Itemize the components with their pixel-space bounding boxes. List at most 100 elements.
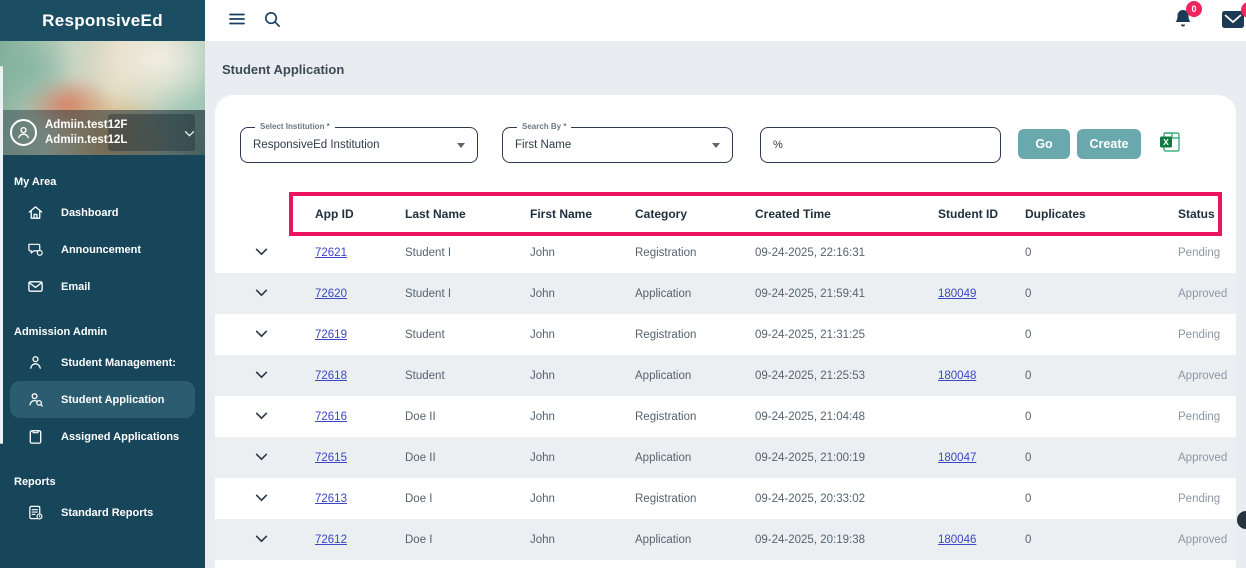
avatar (10, 119, 37, 146)
sidebar-item-dashboard[interactable]: Dashboard (10, 194, 195, 231)
row-expand-button[interactable] (215, 493, 295, 505)
sidebar-item-label: Assigned Applications (61, 431, 179, 443)
app-id-link[interactable]: 72616 (315, 411, 347, 423)
duplicates-cell: 0 (1005, 247, 1158, 259)
table-body: 72621 Student I John Registration 09-24-… (215, 232, 1236, 560)
status-cell: Approved (1158, 288, 1236, 300)
search-by-select[interactable]: Search By * First Name (502, 127, 733, 163)
first-name-cell: John (510, 411, 615, 423)
chevron-down-icon (255, 371, 268, 379)
sidebar-item-email[interactable]: Email (10, 268, 195, 305)
sidebar-nav: My Area Dashboard Announcement Email Adm… (0, 176, 205, 531)
sidebar-item-label: Standard Reports (61, 507, 153, 519)
chat-icon (27, 241, 44, 258)
notifications-button[interactable]: 0 (1173, 8, 1193, 35)
sidebar-item-student-application[interactable]: Student Application (10, 381, 195, 418)
created-time-cell: 09-24-2025, 21:59:41 (735, 288, 918, 300)
status-cell: Approved (1158, 370, 1236, 382)
row-expand-button[interactable] (215, 534, 295, 546)
duplicates-cell: 0 (1005, 370, 1158, 382)
sidebar-item-label: Announcement (61, 244, 141, 256)
duplicates-cell: 0 (1005, 493, 1158, 505)
col-header-duplicates: Duplicates (1005, 207, 1158, 221)
first-name-cell: John (510, 247, 615, 259)
mail-icon (27, 278, 44, 295)
chevron-down-icon (255, 289, 268, 297)
row-expand-button[interactable] (215, 329, 295, 341)
app-id-link[interactable]: 72612 (315, 534, 347, 546)
row-expand-button[interactable] (215, 452, 295, 464)
clipboard-icon (27, 428, 44, 445)
app-id-link[interactable]: 72621 (315, 247, 347, 259)
svg-text:X: X (1163, 137, 1169, 147)
last-name-cell: Student I (385, 288, 510, 300)
col-header-first-name: First Name (510, 207, 615, 221)
excel-export-icon[interactable]: X (1159, 131, 1181, 153)
institution-select-label: Select Institution * (255, 122, 335, 131)
search-query-field (760, 127, 1001, 163)
app-id-link[interactable]: 72619 (315, 329, 347, 341)
app-id-link[interactable]: 72618 (315, 370, 347, 382)
messages-button[interactable]: 3 (1221, 10, 1245, 34)
dropdown-arrow-icon (712, 143, 720, 148)
student-id-link[interactable]: 180048 (938, 370, 976, 382)
search-by-select-label: Search By * (517, 122, 571, 131)
page-title: Student Application (222, 62, 344, 77)
section-label-my-area: My Area (14, 176, 191, 188)
last-name-cell: Doe I (385, 534, 510, 546)
student-id-link[interactable]: 180047 (938, 452, 976, 464)
row-expand-button[interactable] (215, 288, 295, 300)
sidebar-item-assigned-applications[interactable]: Assigned Applications (10, 418, 195, 455)
row-expand-button[interactable] (215, 247, 295, 259)
table-row: 72619 Student John Registration 09-24-20… (215, 314, 1236, 355)
created-time-cell: 09-24-2025, 21:31:25 (735, 329, 918, 341)
student-id-link[interactable]: 180049 (938, 288, 976, 300)
status-cell: Pending (1158, 411, 1236, 423)
app-id-link[interactable]: 72613 (315, 493, 347, 505)
user-menu[interactable]: Admiin.test12F Admiin.test12L (0, 110, 205, 155)
table-row: 72618 Student John Application 09-24-202… (215, 355, 1236, 396)
row-expand-button[interactable] (215, 411, 295, 423)
row-expand-button[interactable] (215, 370, 295, 382)
chevron-down-icon (255, 412, 268, 420)
create-button[interactable]: Create (1077, 129, 1141, 159)
go-button[interactable]: Go (1018, 129, 1070, 159)
app-id-link[interactable]: 72615 (315, 452, 347, 464)
table-row: 72613 Doe I John Registration 09-24-2025… (215, 478, 1236, 519)
brand-logo: ResponsiveEd (0, 0, 205, 41)
search-icon[interactable] (263, 10, 282, 34)
edge-floating-button[interactable] (1237, 511, 1246, 529)
sidebar-item-standard-reports[interactable]: Standard Reports (10, 494, 195, 531)
home-icon (27, 204, 44, 221)
table-row: 72612 Doe I John Application 09-24-2025,… (215, 519, 1236, 560)
duplicates-cell: 0 (1005, 534, 1158, 546)
first-name-cell: John (510, 534, 615, 546)
last-name-cell: Doe I (385, 493, 510, 505)
col-header-student-id: Student ID (918, 207, 1005, 221)
user-name: Admiin.test12F Admiin.test12L (45, 118, 127, 147)
sidebar-item-student-management[interactable]: Student Management: (10, 344, 195, 381)
student-id-link[interactable]: 180046 (938, 534, 976, 546)
created-time-cell: 09-24-2025, 20:33:02 (735, 493, 918, 505)
section-label-reports: Reports (14, 476, 191, 488)
col-header-created-time: Created Time (735, 207, 918, 221)
topbar: 0 3 (205, 0, 1246, 41)
table-header-row: App ID Last Name First Name Category Cre… (215, 196, 1236, 232)
created-time-cell: 09-24-2025, 22:16:31 (735, 247, 918, 259)
sidebar-item-announcement[interactable]: Announcement (10, 231, 195, 268)
status-cell: Approved (1158, 452, 1236, 464)
chevron-down-icon[interactable] (184, 124, 195, 142)
table-row: 72616 Doe II John Registration 09-24-202… (215, 396, 1236, 437)
sidebar-scrollbar[interactable] (0, 66, 3, 444)
app-id-link[interactable]: 72620 (315, 288, 347, 300)
created-time-cell: 09-24-2025, 21:00:19 (735, 452, 918, 464)
first-name-cell: John (510, 288, 615, 300)
hamburger-menu-icon[interactable] (227, 9, 247, 34)
search-by-select-value: First Name (515, 139, 571, 151)
institution-select[interactable]: Select Institution * ResponsiveEd Instit… (240, 127, 478, 163)
search-query-input[interactable] (773, 139, 988, 151)
sidebar-item-label: Student Application (61, 394, 164, 406)
last-name-cell: Doe II (385, 452, 510, 464)
status-cell: Pending (1158, 493, 1236, 505)
sidebar-item-label: Dashboard (61, 207, 118, 219)
